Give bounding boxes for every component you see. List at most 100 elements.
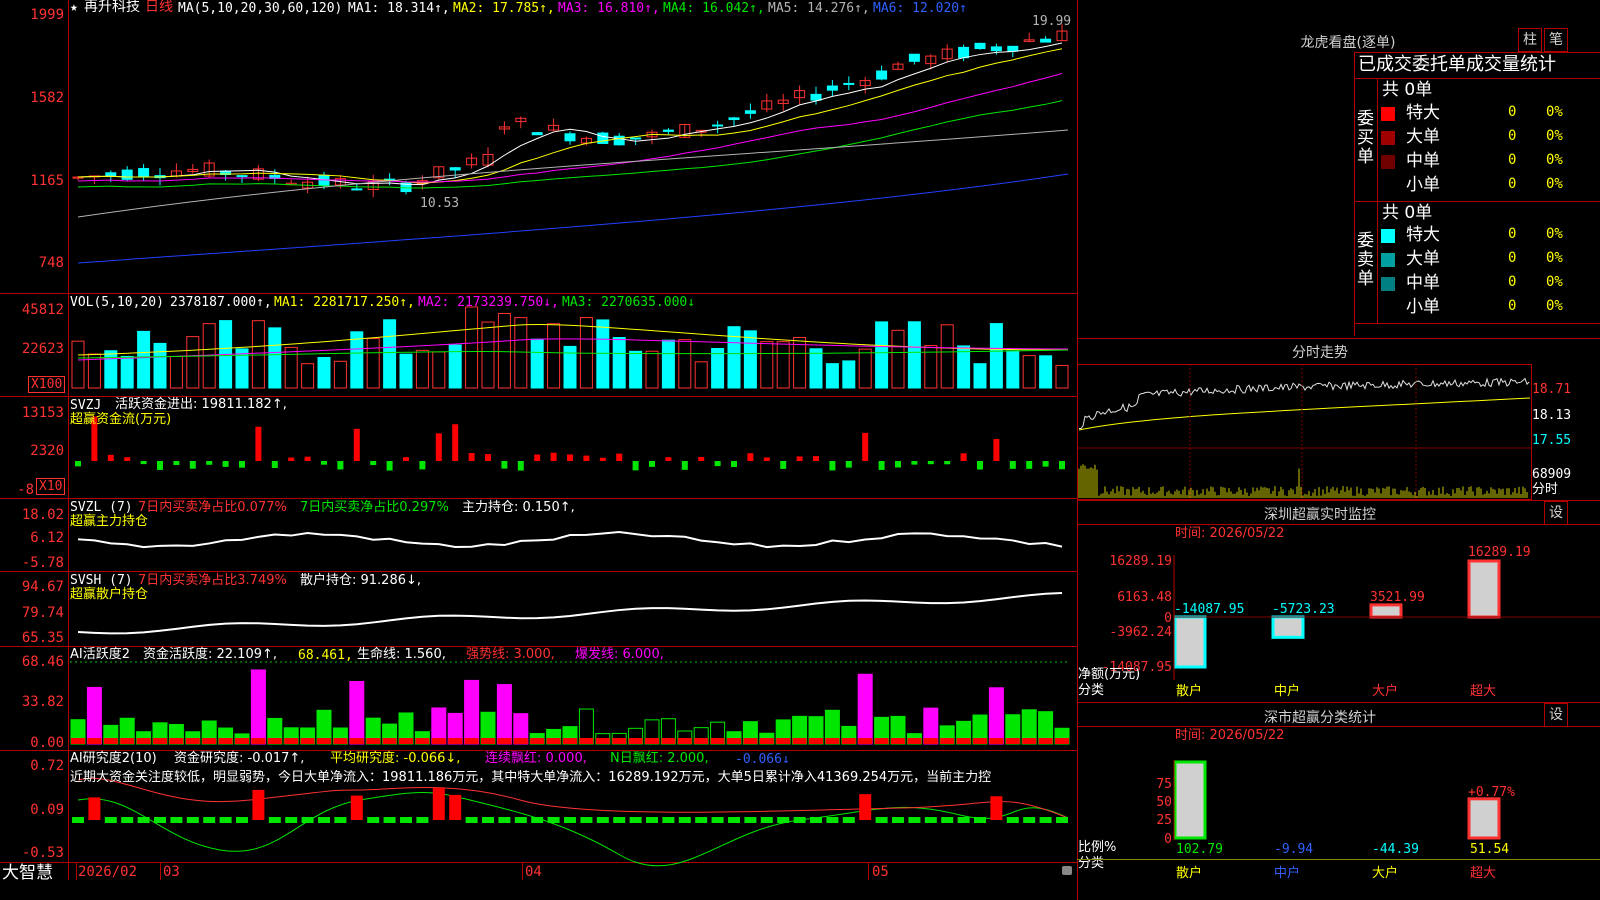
ma-params: MA(5,10,20,30,60,120) (178, 1, 343, 16)
research-bar (186, 817, 199, 823)
y-tick: 18.02 (21, 507, 64, 523)
fund-flow-bar (107, 454, 114, 461)
sz-monitor-category: 超大 (1470, 684, 1497, 699)
research-bar (974, 817, 986, 823)
research-bar (104, 817, 117, 823)
sz-monitor-value-label: 3521.99 (1370, 590, 1425, 605)
volume-bar (383, 319, 397, 389)
sz-monitor-settings-button[interactable]: 设 (1544, 501, 1568, 525)
fund-flow-bar (1009, 461, 1016, 469)
svzj-active-funds: 活跃资金进出: 19811.182↑, (115, 397, 287, 412)
research-bar (531, 817, 544, 823)
volume-bar (842, 360, 856, 389)
activity-base-bar (776, 738, 791, 744)
sell-total: 共 0单 (1382, 203, 1433, 223)
period-label[interactable]: 日线 (145, 0, 173, 15)
research-bar (826, 817, 839, 823)
y-tick: 1999 (30, 7, 64, 23)
fund-flow-bar (75, 461, 81, 467)
activity-base-bar (103, 738, 118, 744)
volume-bar (1039, 355, 1053, 389)
vol-value: 2378187.000↑, (170, 295, 272, 310)
stock-name[interactable]: 再升科技 (84, 0, 140, 15)
candle-body (449, 167, 461, 171)
research-bar (236, 817, 248, 823)
activity-base-bar (448, 738, 463, 744)
activity-base-bar (317, 738, 331, 744)
activity-base-bar (1005, 738, 1020, 744)
volume-bar (120, 355, 134, 389)
candle-body (1040, 38, 1052, 43)
lhb-border (1354, 78, 1600, 79)
volume-bar (694, 361, 708, 389)
sell-row-percent: 0% (1546, 274, 1563, 290)
activity-base-bar (546, 738, 561, 744)
activity-base-bar (431, 738, 446, 744)
column-mode-button[interactable]: 柱 (1518, 28, 1542, 52)
svzj-title: SVZJ (70, 398, 102, 413)
sz-monitor-bar (1369, 603, 1403, 619)
ma4-value: MA4: 16.042↑, (663, 1, 765, 16)
fund-flow-bar (173, 461, 180, 466)
fund-flow-bar (403, 457, 409, 461)
volume-bar (891, 329, 905, 389)
activity-bar (988, 687, 1004, 745)
y-tick: 22623 (21, 341, 64, 357)
research-bar (728, 817, 740, 823)
sz-classify-category: 散户 (1176, 866, 1203, 881)
research-bar (449, 794, 462, 820)
lock-icon[interactable] (1062, 866, 1072, 875)
sell-row-name: 大单 (1406, 249, 1440, 269)
candle-body (826, 85, 838, 91)
fund-flow-bar (763, 457, 770, 461)
vol-title: VOL(5,10,20) (70, 295, 164, 310)
research-bar (695, 817, 708, 823)
fund-flow-bar (1042, 461, 1049, 467)
sz-classify-category: 大户 (1372, 866, 1399, 881)
volume-bar (366, 338, 380, 389)
volume-bar (481, 321, 495, 389)
activity-base-bar (120, 738, 135, 744)
ma6-line (77, 173, 1069, 264)
sz-monitor-y-tick: 6163.48 (1117, 590, 1172, 605)
sz-monitor-bar (1173, 615, 1207, 669)
intraday-chart-frame[interactable] (1077, 364, 1532, 500)
buy-orders-label: 委买单 (1357, 109, 1374, 167)
candle-body (351, 188, 363, 191)
fund-flow-bar (337, 461, 344, 470)
activity-base-bar (87, 738, 102, 744)
activity-base-bar (612, 738, 627, 744)
buy-color-swatch (1381, 107, 1395, 121)
activity-base-bar (759, 738, 774, 744)
sz-classify-value-label: 102.79 (1176, 842, 1223, 857)
fund-flow-bar (206, 461, 213, 465)
sz-monitor-value-label: -14087.95 (1174, 602, 1245, 617)
fund-flow-bar (370, 461, 377, 466)
sz-monitor-y-tick: 16289.19 (1109, 554, 1172, 569)
svsh-retail-position: 散户持仓: 91.286↓, (300, 573, 422, 588)
sell-row-percent: 0% (1546, 298, 1563, 314)
avg-research-line (77, 792, 1069, 867)
volume-bar (711, 347, 725, 389)
sz-classify-y-tick: 75 (1156, 777, 1172, 792)
svzl-title: SVZL (7) (70, 500, 133, 515)
activity-base-bar (300, 738, 315, 744)
sz-classify-settings-button[interactable]: 设 (1544, 703, 1568, 727)
activity-bar (349, 680, 365, 745)
sell-color-swatch (1381, 253, 1395, 267)
buy-row-percent: 0% (1546, 128, 1563, 144)
ma5-value: MA5: 14.276↑, (768, 1, 870, 16)
research-bar (564, 817, 576, 823)
activity-base-bar (579, 738, 594, 744)
ma6-value: MA6: 12.020↑ (873, 1, 967, 16)
buy-row-name: 中单 (1406, 151, 1440, 171)
activity-base-bar (136, 738, 151, 744)
volume-bar (809, 348, 823, 389)
research-bar (416, 817, 429, 823)
fund-flow-bar (862, 432, 869, 461)
panel-separator (1077, 500, 1600, 501)
stroke-mode-button[interactable]: 笔 (1544, 28, 1568, 52)
candle-body (630, 137, 642, 140)
lhb-title: 龙虎看盘(逐单) (1300, 35, 1396, 51)
research-bar (596, 817, 609, 823)
